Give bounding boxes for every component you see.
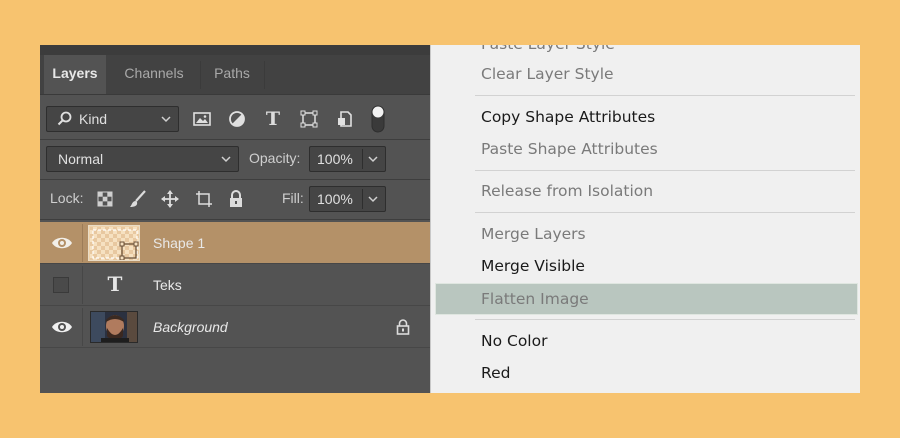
opacity-field[interactable]: 100% — [309, 146, 386, 172]
tab-divider — [264, 61, 265, 89]
type-filter-icon[interactable]: T — [262, 108, 284, 130]
chevron-down-icon — [160, 107, 172, 140]
divider — [362, 149, 363, 169]
menu-item-paste-layer-style[interactable]: Paste Layer Style — [481, 45, 615, 57]
search-icon — [57, 107, 73, 138]
panel-tabs: Layers Channels Paths — [40, 55, 430, 95]
fill-value: 100% — [317, 191, 353, 207]
menu-item-no-color[interactable]: No Color — [481, 328, 547, 354]
menu-item-paste-shape-attributes[interactable]: Paste Shape Attributes — [481, 136, 658, 162]
menu-item-red[interactable]: Red — [481, 360, 510, 386]
layers-panel: Layers Channels Paths Kind T Normal Opac… — [40, 45, 430, 393]
chevron-down-icon[interactable] — [367, 187, 379, 220]
menu-item-copy-shape-attributes[interactable]: Copy Shape Attributes — [481, 104, 655, 130]
layer-context-menu: Paste Layer Style Clear Layer Style Copy… — [430, 45, 860, 393]
lock-label: Lock: — [50, 190, 84, 206]
layer-row-teks[interactable]: T Teks — [40, 264, 430, 306]
lock-paint-icon[interactable] — [127, 188, 149, 210]
filter-kind-dropdown[interactable]: Kind — [46, 106, 179, 132]
panel-top-bar — [40, 45, 430, 55]
menu-item-merge-visible[interactable]: Merge Visible — [481, 253, 585, 279]
photo-thumbnail — [90, 311, 138, 343]
visibility-toggle-empty[interactable] — [53, 277, 69, 293]
layer-name: Background — [153, 319, 228, 335]
divider — [82, 266, 83, 304]
lock-row: Lock: Fill: 100% — [40, 186, 430, 212]
visibility-eye-icon[interactable] — [51, 317, 73, 337]
divider — [40, 219, 430, 220]
lock-transparent-icon[interactable] — [94, 188, 116, 210]
blend-row: Normal Opacity: 100% — [40, 146, 430, 172]
menu-separator — [475, 170, 855, 171]
chevron-down-icon — [220, 147, 232, 180]
tab-paths[interactable]: Paths — [202, 55, 262, 94]
layer-row-background[interactable]: Background — [40, 306, 430, 348]
shape-filter-icon[interactable] — [298, 108, 320, 130]
chevron-down-icon[interactable] — [367, 147, 379, 180]
opacity-value: 100% — [317, 151, 353, 167]
menu-separator — [475, 319, 855, 320]
tab-layers[interactable]: Layers — [44, 55, 106, 94]
toggle-filter-icon[interactable] — [368, 104, 388, 134]
layer-row-shape-1[interactable]: Shape 1 — [40, 222, 430, 264]
type-icon: T — [107, 272, 123, 296]
screenshot-frame: Layers Channels Paths Kind T Normal Opac… — [40, 45, 860, 393]
image-filter-icon[interactable] — [191, 108, 213, 130]
divider — [82, 224, 83, 262]
opacity-label: Opacity: — [249, 150, 301, 166]
menu-item-flatten-image[interactable]: Flatten Image — [481, 286, 589, 312]
lock-icon — [395, 318, 411, 339]
lock-artboard-icon[interactable] — [193, 188, 215, 210]
shape-thumbnail — [88, 225, 140, 261]
layer-name: Shape 1 — [153, 235, 206, 251]
divider — [40, 139, 430, 140]
tab-channels[interactable]: Channels — [112, 55, 196, 94]
divider — [40, 179, 430, 180]
menu-item-release-from-isolation[interactable]: Release from Isolation — [481, 178, 653, 204]
filter-row: Kind T — [40, 104, 430, 134]
lock-all-icon[interactable] — [225, 188, 247, 210]
layer-name: Teks — [153, 277, 182, 293]
menu-separator — [475, 212, 855, 213]
divider — [82, 308, 83, 346]
filter-kind-label: Kind — [79, 111, 108, 127]
smart-object-filter-icon[interactable] — [334, 108, 356, 130]
menu-item-merge-layers[interactable]: Merge Layers — [481, 221, 586, 247]
menu-item-clear-layer-style[interactable]: Clear Layer Style — [481, 61, 614, 87]
fill-label: Fill: — [282, 190, 304, 206]
divider — [362, 189, 363, 209]
adjustment-filter-icon[interactable] — [226, 108, 248, 130]
fill-field[interactable]: 100% — [309, 186, 386, 212]
tab-divider — [200, 61, 201, 89]
menu-separator — [475, 95, 855, 96]
blend-mode-value: Normal — [58, 151, 104, 167]
blend-mode-dropdown[interactable]: Normal — [46, 146, 239, 172]
visibility-eye-icon[interactable] — [51, 233, 73, 253]
lock-position-icon[interactable] — [159, 188, 181, 210]
